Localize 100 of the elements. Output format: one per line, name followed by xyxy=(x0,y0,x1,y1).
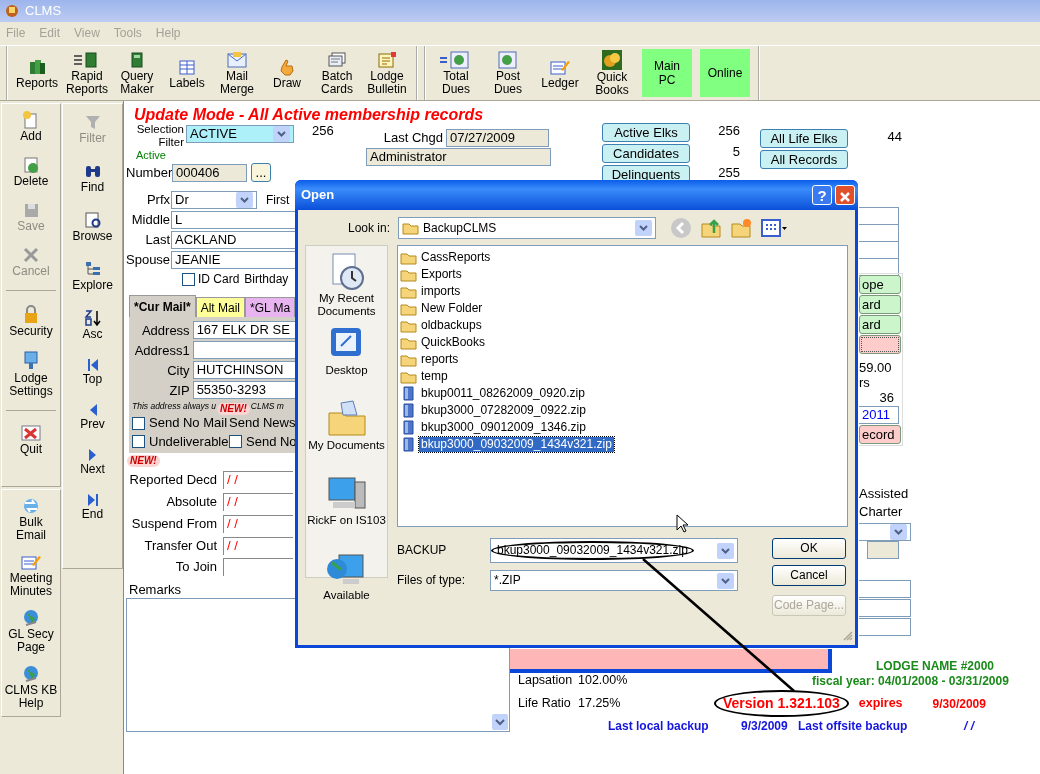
checkbox[interactable] xyxy=(132,435,145,449)
folder-entry[interactable]: CassReports xyxy=(419,250,493,265)
lookup-button[interactable]: ... xyxy=(251,163,271,183)
scroll-down-button[interactable] xyxy=(492,713,508,730)
folder-entry[interactable]: temp xyxy=(419,369,450,384)
nav-button[interactable]: End xyxy=(65,492,120,521)
look-in-dropdown[interactable]: BackupCLMS xyxy=(398,217,656,239)
sidebar-button[interactable]: Security xyxy=(4,303,58,338)
mail-tab[interactable]: *Cur Mail* xyxy=(129,295,196,318)
archive-entry[interactable]: bkup3000_09032009_1434v321.zip xyxy=(419,437,614,452)
member-list-button[interactable]: Candidates xyxy=(602,144,690,163)
places-item[interactable]: My Documents xyxy=(306,399,387,452)
member-list-button[interactable]: All Life Elks xyxy=(760,129,848,148)
action-button[interactable]: ope xyxy=(859,275,901,294)
toolbar-button[interactable]: Mail Merge xyxy=(214,48,260,98)
address-field[interactable]: HUTCHINSON xyxy=(192,361,298,380)
spouse-field[interactable]: JEANIE xyxy=(171,251,298,269)
sidebar-button[interactable]: GL Secy Page xyxy=(4,608,58,654)
date-field[interactable]: / / xyxy=(223,536,293,555)
action-button[interactable]: ard xyxy=(859,295,901,314)
checkbox[interactable] xyxy=(132,416,145,430)
nav-button[interactable]: Asc xyxy=(65,308,120,341)
year-field[interactable]: 2011 xyxy=(859,406,899,425)
dialog-button[interactable]: OK xyxy=(772,538,846,559)
places-item[interactable]: RickF on IS103 xyxy=(306,474,387,527)
last-name-field[interactable]: ACKLAND xyxy=(171,231,298,249)
toolbar-button[interactable]: Labels xyxy=(164,48,210,98)
nav-button[interactable]: Explore xyxy=(65,259,120,292)
mail-tab[interactable]: *GL Ma xyxy=(245,297,296,318)
folder-entry[interactable]: New Folder xyxy=(419,301,485,316)
toolbar-button[interactable]: Reports xyxy=(14,48,60,98)
input-field[interactable] xyxy=(859,207,899,225)
date-field[interactable]: / / xyxy=(223,514,293,533)
toolbar-button[interactable]: Lodge Bulletin xyxy=(364,48,410,98)
checkbox[interactable] xyxy=(182,272,195,286)
toolbar-button[interactable]: Draw xyxy=(264,48,310,98)
sidebar-button[interactable]: Lodge Settings xyxy=(4,350,58,398)
archive-entry[interactable]: bkup3000_09012009_1346.zip xyxy=(419,420,588,435)
address-field[interactable] xyxy=(192,341,298,360)
nav-button[interactable]: Find xyxy=(65,161,120,194)
folder-entry[interactable]: reports xyxy=(419,352,461,367)
toolbar-button[interactable]: Rapid Reports xyxy=(64,48,110,98)
toolbar-button[interactable]: Ledger xyxy=(536,48,584,98)
folder-entry[interactable]: imports xyxy=(419,284,463,299)
folder-entry[interactable]: oldbackups xyxy=(419,318,484,333)
address-field[interactable]: 55350-3293 xyxy=(192,381,298,400)
dialog-button[interactable]: Cancel xyxy=(772,565,846,586)
close-button[interactable] xyxy=(835,185,855,205)
date-field[interactable]: / / xyxy=(223,492,293,511)
view-menu-icon[interactable] xyxy=(760,217,788,239)
sidebar-button[interactable]: Delete xyxy=(4,155,58,188)
action-button[interactable]: ard xyxy=(859,315,901,334)
sidebar-button[interactable]: Quit xyxy=(4,423,58,456)
toolbar-button[interactable]: Query Maker xyxy=(114,48,160,98)
prefix-dropdown[interactable]: Dr xyxy=(171,191,257,209)
selection-dropdown[interactable]: ACTIVE xyxy=(186,125,294,143)
member-list-button[interactable]: All Records xyxy=(760,150,848,169)
input-field[interactable] xyxy=(859,580,911,599)
status-indicator[interactable]: Online xyxy=(700,49,750,97)
up-folder-icon[interactable] xyxy=(700,217,722,239)
dropdown[interactable] xyxy=(859,523,911,542)
date-field[interactable] xyxy=(223,557,293,576)
input-field[interactable] xyxy=(859,618,911,637)
input-field[interactable] xyxy=(859,258,899,276)
archive-entry[interactable]: bkup0011_08262009_0920.zip xyxy=(419,386,587,401)
input-field[interactable] xyxy=(867,541,899,560)
nav-button[interactable]: Next xyxy=(65,447,120,476)
mail-tab[interactable]: Alt Mail xyxy=(195,297,246,318)
sidebar-button[interactable]: Meeting Minutes xyxy=(4,552,58,598)
address-field[interactable]: 167 ELK DR SE xyxy=(192,321,298,340)
folder-entry[interactable]: QuickBooks xyxy=(419,335,488,350)
nav-button[interactable]: Browse xyxy=(65,210,120,243)
date-field[interactable]: / / xyxy=(223,470,293,489)
sidebar-button[interactable]: CLMS KB Help xyxy=(4,664,58,710)
new-folder-icon[interactable] xyxy=(730,217,752,239)
places-item[interactable]: My Recent Documents xyxy=(306,252,387,318)
backup-name-dropdown[interactable]: bkup3000_09032009_1434v321.zip xyxy=(490,538,738,563)
nav-button[interactable]: Top xyxy=(65,357,120,386)
sidebar-button[interactable]: Bulk Email xyxy=(4,496,58,542)
action-button[interactable] xyxy=(859,335,901,354)
places-item[interactable]: Desktop xyxy=(306,324,387,377)
type-dropdown[interactable]: *.ZIP xyxy=(490,570,738,591)
resize-grip-icon[interactable] xyxy=(843,631,853,642)
toolbar-button[interactable]: Total Dues xyxy=(432,48,480,98)
places-item[interactable]: Available xyxy=(306,549,387,602)
toolbar-button[interactable]: Batch Cards xyxy=(314,48,360,98)
nav-button[interactable]: Prev xyxy=(65,402,120,431)
folder-entry[interactable]: Exports xyxy=(419,267,464,282)
toolbar-button[interactable]: Post Dues xyxy=(484,48,532,98)
member-list-button[interactable]: Active Elks xyxy=(602,123,690,142)
action-button[interactable]: ecord xyxy=(859,425,901,445)
middle-name-field[interactable]: L xyxy=(171,211,298,229)
toolbar-button[interactable]: Quick Books xyxy=(588,48,636,98)
help-button[interactable]: ? xyxy=(812,185,832,205)
input-field[interactable] xyxy=(859,599,911,618)
archive-entry[interactable]: bkup3000_07282009_0922.zip xyxy=(419,403,588,418)
sidebar-button[interactable]: Add xyxy=(4,110,58,143)
checkbox[interactable] xyxy=(229,435,242,449)
status-indicator[interactable]: Main PC xyxy=(642,49,692,97)
number-field[interactable]: 000406 xyxy=(172,163,247,182)
